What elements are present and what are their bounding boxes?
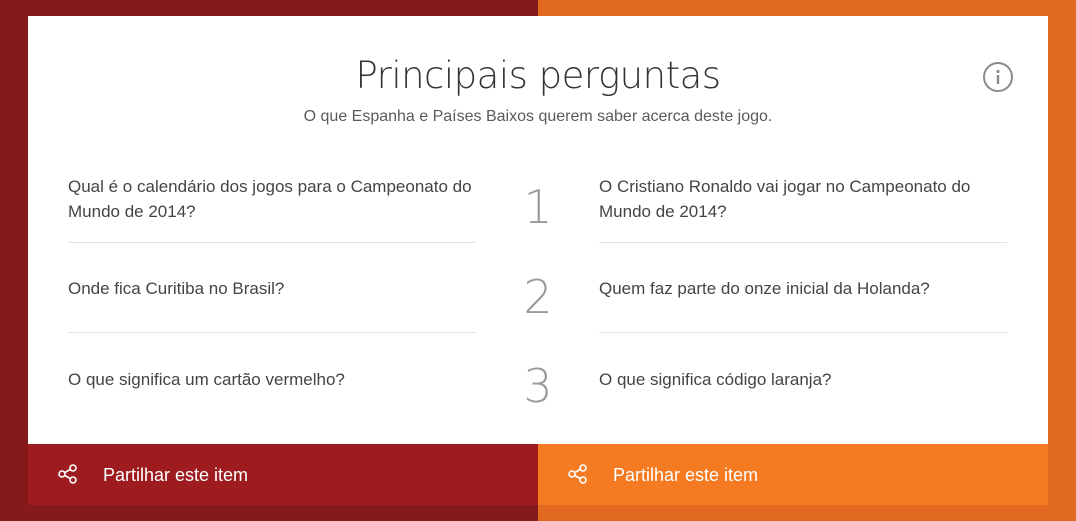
question-left-2[interactable]: Onde fica Curitiba no Brasil? bbox=[68, 276, 476, 301]
page-title: Principais perguntas bbox=[355, 54, 721, 97]
share-icon bbox=[58, 464, 77, 484]
question-right-3[interactable]: O que significa código laranja? bbox=[599, 367, 1007, 392]
page-subtitle: O que Espanha e Países Baixos querem sab… bbox=[303, 108, 773, 125]
share-button-right[interactable]: Partilhar este item bbox=[538, 444, 1048, 505]
rank-number-1: 1 bbox=[523, 180, 553, 234]
info-icon bbox=[996, 69, 1000, 84]
info-button[interactable] bbox=[983, 62, 1013, 92]
divider bbox=[68, 242, 476, 243]
share-label: Partilhar este item bbox=[613, 465, 759, 485]
question-left-1[interactable]: Qual é o calendário dos jogos para o Cam… bbox=[68, 174, 476, 224]
question-right-1[interactable]: O Cristiano Ronaldo vai jogar no Campeon… bbox=[599, 174, 1007, 224]
question-right-2[interactable]: Quem faz parte do onze inicial da Holand… bbox=[599, 276, 1007, 301]
top-questions-card: Principais perguntas O que Espanha e Paí… bbox=[28, 16, 1048, 444]
share-label: Partilhar este item bbox=[103, 465, 249, 485]
divider bbox=[599, 332, 1007, 333]
rank-number-3: 3 bbox=[523, 359, 553, 413]
share-icon bbox=[568, 464, 587, 484]
question-left-3[interactable]: O que significa um cartão vermelho? bbox=[68, 367, 476, 392]
divider bbox=[599, 242, 1007, 243]
share-button-left[interactable]: Partilhar este item bbox=[28, 444, 538, 505]
rank-number-2: 2 bbox=[523, 270, 553, 324]
divider bbox=[68, 332, 476, 333]
